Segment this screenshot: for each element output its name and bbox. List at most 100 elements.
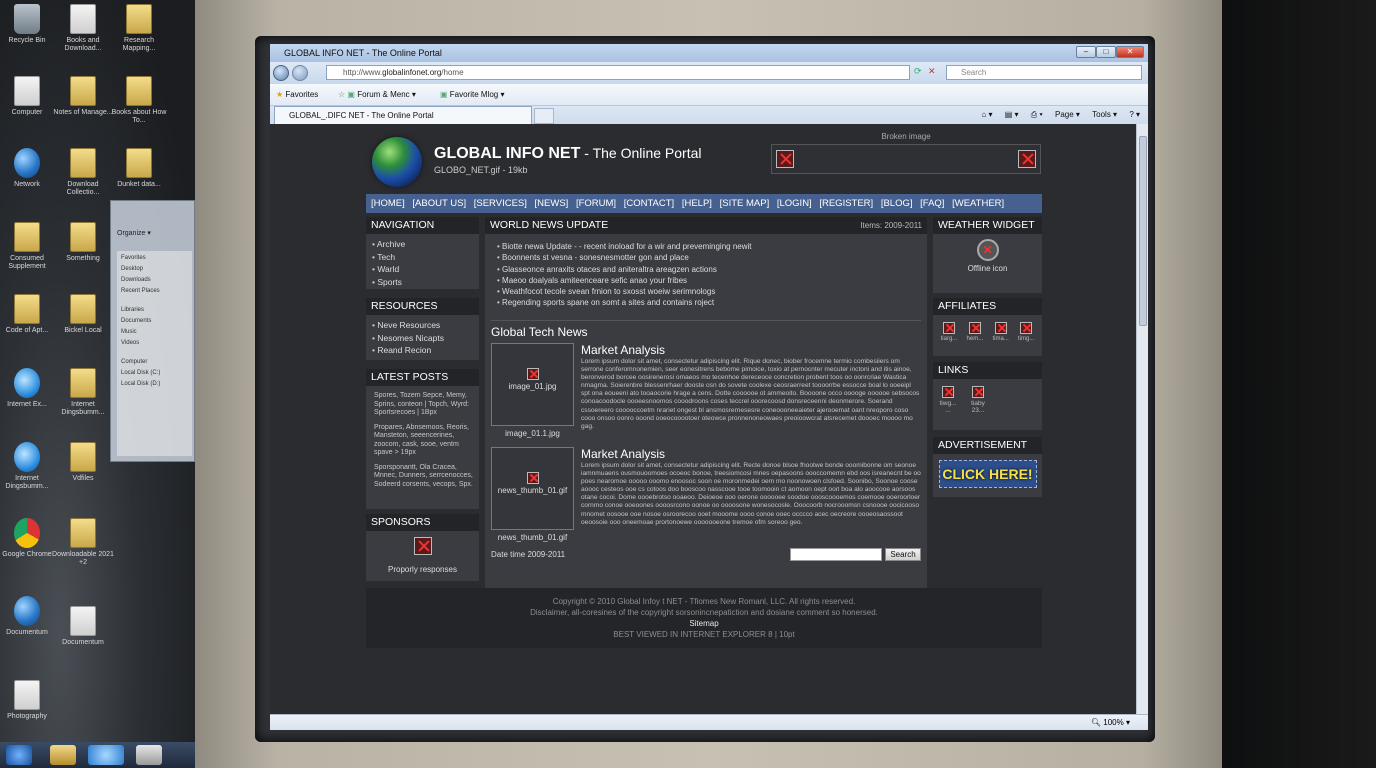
blog-favorite[interactable]: ▣ Favorite Mlog ▾ bbox=[440, 84, 505, 106]
close-button[interactable]: ✕ bbox=[1116, 46, 1144, 58]
start-button[interactable] bbox=[6, 745, 32, 765]
menu-contact[interactable]: [CONTACT] bbox=[624, 198, 675, 209]
tools-menu[interactable]: Tools ▾ bbox=[1092, 110, 1117, 119]
document-desktop-icon[interactable]: Documentum bbox=[52, 606, 114, 647]
help-menu[interactable]: ? ▾ bbox=[1129, 110, 1140, 119]
print-icon[interactable]: ⎙ ▾ bbox=[1031, 110, 1043, 119]
news-item[interactable]: Glasseonce anraxits otaces and aniteralt… bbox=[497, 264, 921, 275]
explorer-nav-item[interactable]: Favorites bbox=[121, 253, 188, 264]
nav-link-world[interactable]: Warld bbox=[372, 263, 479, 276]
recycle-bin-desktop-icon[interactable]: Recycle Bin bbox=[0, 4, 58, 45]
app-taskbar-icon[interactable] bbox=[136, 745, 162, 765]
news-item[interactable]: Biotte newa Update - - recent inoload fo… bbox=[497, 241, 921, 252]
menu-register[interactable]: [REGISTER] bbox=[819, 198, 873, 209]
post-link[interactable]: Spores, Tozem Sepce, Memy, Sprins, conte… bbox=[374, 392, 473, 418]
news-item[interactable]: Weathfocot tecole svean frnion to sxosst… bbox=[497, 286, 921, 297]
folder-desktop-icon[interactable]: Bickel Local bbox=[52, 294, 114, 335]
nav-link-archive[interactable]: Archive bbox=[372, 238, 479, 251]
resource-link[interactable]: Reand Recion bbox=[372, 344, 479, 357]
post-link[interactable]: Propares, Abnsemoos, Reoris, Mansteton, … bbox=[374, 424, 473, 458]
explorer-nav-item[interactable]: Downloads bbox=[121, 275, 188, 286]
site-search-button[interactable]: Search bbox=[885, 548, 921, 561]
site-search-input[interactable] bbox=[790, 548, 882, 561]
affiliate-link[interactable]: hem... bbox=[967, 322, 983, 342]
ie-taskbar-icon[interactable] bbox=[88, 745, 124, 765]
folder-desktop-icon[interactable]: Internet Dingsbumm... bbox=[52, 368, 114, 417]
menu-about[interactable]: [ABOUT US] bbox=[412, 198, 466, 209]
back-icon[interactable] bbox=[273, 65, 289, 81]
menu-login[interactable]: [LOGIN] bbox=[777, 198, 812, 209]
explorer-nav-item[interactable]: Documents bbox=[121, 316, 188, 327]
explorer-nav-item[interactable]: Music bbox=[121, 327, 188, 338]
link-item[interactable]: tiwg... ... bbox=[936, 386, 960, 414]
folder-desktop-icon[interactable]: Something bbox=[52, 222, 114, 263]
explorer-nav-item[interactable]: Libraries bbox=[121, 305, 188, 316]
sitemap-link[interactable]: Sitemap bbox=[366, 618, 1042, 629]
computer-desktop-icon[interactable]: Computer bbox=[0, 76, 58, 117]
nav-link-tech[interactable]: Tech bbox=[372, 251, 479, 264]
menu-weather[interactable]: [WEATHER] bbox=[952, 198, 1004, 209]
post-link[interactable]: Sporsponantt, Ola Cracea, Mnnec, Dunners… bbox=[374, 464, 473, 490]
folder-desktop-icon[interactable]: Downloadable 2021 +2 bbox=[52, 518, 114, 567]
folder-desktop-icon[interactable]: Books about How To... bbox=[108, 76, 170, 125]
forward-icon[interactable] bbox=[292, 65, 308, 81]
network-desktop-icon[interactable]: Network bbox=[0, 148, 58, 189]
broken-banner[interactable] bbox=[771, 144, 1041, 174]
zoom-level[interactable]: 100% bbox=[1103, 718, 1123, 727]
folder-desktop-icon[interactable]: Notes of Manage... bbox=[52, 76, 114, 117]
explorer-nav-item[interactable]: Desktop bbox=[121, 264, 188, 275]
explorer-nav-item[interactable]: Computer bbox=[121, 357, 188, 368]
news-item[interactable]: Boonnents st vesna - sonesnesmotter gon … bbox=[497, 252, 921, 263]
menu-home[interactable]: [HOME] bbox=[371, 198, 405, 209]
affiliate-link[interactable]: tima... bbox=[992, 322, 1009, 342]
photo-desktop-icon[interactable]: Photography bbox=[0, 680, 58, 721]
explorer-window[interactable]: Organize ▾ Favorites Desktop Downloads R… bbox=[110, 200, 195, 462]
menu-forum[interactable]: [FORUM] bbox=[576, 198, 616, 209]
feeds-icon[interactable]: ▤ ▾ bbox=[1005, 110, 1019, 119]
organize-menu[interactable]: Organize ▾ bbox=[117, 229, 151, 237]
page-menu[interactable]: Page ▾ bbox=[1055, 110, 1080, 119]
article-title[interactable]: Market Analysis bbox=[581, 447, 665, 461]
folder-desktop-icon[interactable]: Download Collectio... bbox=[52, 148, 114, 197]
folder-desktop-icon[interactable]: Consumed Supplement bbox=[0, 222, 58, 271]
explorer-nav-item[interactable]: Local Disk (D:) bbox=[121, 379, 188, 390]
globe-logo-icon[interactable] bbox=[372, 137, 422, 187]
explorer-nav-item[interactable]: Videos bbox=[121, 338, 188, 349]
explorer-nav-item[interactable]: Local Disk (C:) bbox=[121, 368, 188, 379]
menu-faq[interactable]: [FAQ] bbox=[920, 198, 944, 209]
document-desktop-icon[interactable]: Books and Download... bbox=[52, 4, 114, 53]
maximize-button[interactable]: □ bbox=[1096, 46, 1116, 58]
refresh-icon[interactable]: ⟳ bbox=[914, 66, 922, 77]
article-thumbnail[interactable]: image_01.jpg bbox=[491, 343, 574, 426]
affiliate-link[interactable]: tiarg... bbox=[941, 322, 957, 342]
click-here-ad[interactable]: CLICK HERE! bbox=[938, 460, 1037, 488]
menu-blog[interactable]: [BLOG] bbox=[881, 198, 913, 209]
document-desktop-icon[interactable]: Documentum bbox=[0, 596, 58, 637]
address-bar[interactable]: http://www.globalinfonet.org/home bbox=[326, 65, 910, 80]
folder-desktop-icon[interactable]: Research Mapping... bbox=[108, 4, 170, 53]
explorer-nav-item[interactable]: Recent Places bbox=[121, 286, 188, 297]
minimize-button[interactable]: – bbox=[1076, 46, 1096, 58]
chrome-desktop-icon[interactable]: Google Chrome bbox=[0, 518, 58, 559]
tab-active[interactable]: GLOBAL_.DIFC NET - The Online Portal bbox=[274, 106, 532, 124]
affiliate-link[interactable]: timg... bbox=[1018, 322, 1034, 342]
home-icon[interactable]: ⌂ ▾ bbox=[981, 110, 992, 119]
vertical-scrollbar[interactable] bbox=[1136, 124, 1148, 714]
offline-icon[interactable]: ✕ bbox=[976, 239, 999, 261]
menu-news[interactable]: [NEWS] bbox=[535, 198, 569, 209]
news-item[interactable]: Regending sports spane on somt a sites a… bbox=[497, 297, 921, 308]
new-tab-button[interactable] bbox=[534, 108, 554, 124]
internet-explorer-desktop-icon[interactable]: Internet Ex... bbox=[0, 368, 58, 409]
folder-desktop-icon[interactable]: Code of Apt... bbox=[0, 294, 58, 335]
favorites-button[interactable]: ★ Favorites bbox=[276, 84, 318, 106]
folder-desktop-icon[interactable]: Dunket data... bbox=[108, 148, 170, 189]
stop-icon[interactable]: ✕ bbox=[928, 66, 936, 77]
link-item[interactable]: tiaby 23... bbox=[966, 386, 990, 414]
internet-explorer-desktop-icon[interactable]: Internet Dingsbumm... bbox=[0, 442, 58, 491]
article-title[interactable]: Market Analysis bbox=[581, 343, 665, 357]
search-input[interactable]: Search bbox=[946, 65, 1142, 80]
menu-help[interactable]: [HELP] bbox=[682, 198, 712, 209]
forum-favorite[interactable]: ☆ ▣ Forum & Menc ▾ bbox=[338, 84, 416, 106]
folder-desktop-icon[interactable]: Vdfiles bbox=[52, 442, 114, 483]
broken-image-icon[interactable] bbox=[413, 537, 432, 555]
